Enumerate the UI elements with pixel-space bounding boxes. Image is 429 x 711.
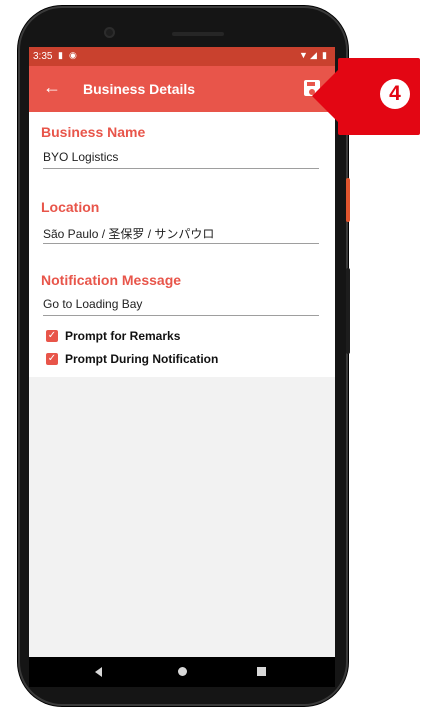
nav-bar bbox=[29, 657, 335, 687]
sd-card-icon: ▮ bbox=[58, 50, 63, 60]
prompt-notification-checkbox[interactable]: ✓ bbox=[46, 353, 58, 365]
page-title: Business Details bbox=[83, 81, 196, 97]
prompt-notification-label[interactable]: Prompt During Notification bbox=[65, 352, 218, 366]
wifi-icon: ▼ bbox=[299, 50, 308, 60]
status-bar: 3:35 ▮ ◉ ▼ ◢ ▮ bbox=[29, 47, 335, 66]
signal-icon: ◢ bbox=[310, 50, 317, 60]
volume-button bbox=[346, 268, 350, 354]
home-circle-icon[interactable] bbox=[178, 667, 187, 676]
notification-message-field[interactable]: Go to Loading Bay bbox=[43, 294, 319, 316]
business-name-field[interactable]: BYO Logistics bbox=[43, 147, 319, 169]
prompt-remarks-label[interactable]: Prompt for Remarks bbox=[65, 329, 180, 343]
phone-screen: 3:35 ▮ ◉ ▼ ◢ ▮ ← Business Details Busine… bbox=[29, 47, 335, 687]
recents-square-icon[interactable] bbox=[257, 667, 266, 676]
business-name-label: Business Name bbox=[41, 124, 146, 140]
front-camera bbox=[104, 27, 115, 38]
app-bar: ← Business Details bbox=[29, 66, 335, 112]
arrow-left-icon[interactable]: ← bbox=[43, 77, 61, 98]
notification-message-label: Notification Message bbox=[41, 272, 182, 288]
back-triangle-icon[interactable] bbox=[95, 667, 102, 677]
sync-icon: ◉ bbox=[69, 50, 77, 60]
battery-icon: ▮ bbox=[322, 50, 327, 60]
step-number-badge: 4 bbox=[380, 79, 410, 109]
prompt-remarks-checkbox[interactable]: ✓ bbox=[46, 330, 58, 342]
status-time: 3:35 bbox=[33, 51, 53, 62]
location-field[interactable]: São Paulo / 圣保罗 / サンパウロ bbox=[43, 222, 319, 244]
business-details-form: Business Name BYO Logistics Location São… bbox=[29, 112, 335, 377]
earpiece-speaker bbox=[172, 32, 224, 36]
power-button bbox=[346, 178, 350, 222]
location-label: Location bbox=[41, 199, 100, 215]
callout-arrow bbox=[312, 70, 338, 122]
